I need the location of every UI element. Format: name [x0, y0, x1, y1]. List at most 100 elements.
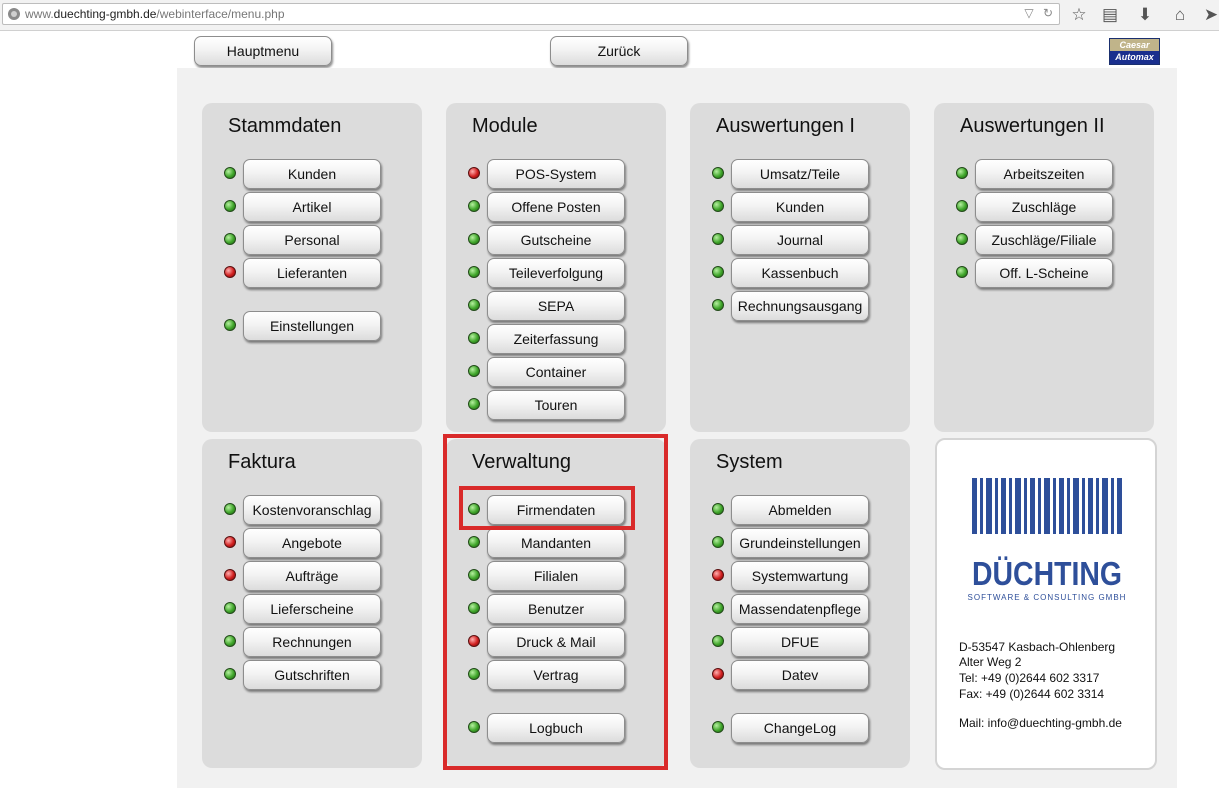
- menu-button-angebote[interactable]: Angebote: [243, 528, 381, 558]
- menu-button-changelog[interactable]: ChangeLog: [731, 713, 869, 743]
- menu-button-sepa[interactable]: SEPA: [487, 291, 625, 321]
- status-indicator-auftraege: [224, 569, 236, 581]
- status-indicator-rechnungsausgang: [712, 299, 724, 311]
- status-indicator-gutschriften: [224, 668, 236, 680]
- menu-button-offene-posten[interactable]: Offene Posten: [487, 192, 625, 222]
- status-indicator-massendatenpflege: [712, 602, 724, 614]
- menu-button-personal[interactable]: Personal: [243, 225, 381, 255]
- send-icon[interactable]: ➤: [1201, 5, 1219, 25]
- menu-button-pos-system[interactable]: POS-System: [487, 159, 625, 189]
- status-indicator-dfue: [712, 635, 724, 647]
- menu-button-off-l-scheine[interactable]: Off. L-Scheine: [975, 258, 1113, 288]
- menu-button-gutschriften[interactable]: Gutschriften: [243, 660, 381, 690]
- menu-button-artikel[interactable]: Artikel: [243, 192, 381, 222]
- download-icon[interactable]: ⬇: [1135, 5, 1155, 25]
- menu-button-zuschlaege[interactable]: Zuschläge: [975, 192, 1113, 222]
- fax-number: Fax: +49 (0)2644 602 3314: [959, 687, 1105, 701]
- menu-button-arbeitszeiten[interactable]: Arbeitszeiten: [975, 159, 1113, 189]
- menu-button-lieferscheine[interactable]: Lieferscheine: [243, 594, 381, 624]
- menu-button-gutscheine[interactable]: Gutscheine: [487, 225, 625, 255]
- url-text[interactable]: www.duechting-gmbh.de/webinterface/menu.…: [25, 7, 285, 21]
- zurueck-button[interactable]: Zurück: [550, 36, 688, 66]
- menu-button-systemwartung[interactable]: Systemwartung: [731, 561, 869, 591]
- status-indicator-rechnungen: [224, 635, 236, 647]
- highlight-firmendaten-button: [459, 486, 635, 530]
- status-indicator-personal: [224, 233, 236, 245]
- menu-button-rechnungsausgang[interactable]: Rechnungsausgang: [731, 291, 869, 321]
- menu-button-grundeinstellungen[interactable]: Grundeinstellungen: [731, 528, 869, 558]
- status-indicator-einstellungen: [224, 319, 236, 331]
- company-info-card: DÜCHTING SOFTWARE & CONSULTING GMBH D-53…: [935, 438, 1157, 770]
- status-indicator-container: [468, 365, 480, 377]
- status-indicator-teileverfolgung: [468, 266, 480, 278]
- status-indicator-zuschlaege: [956, 200, 968, 212]
- menu-button-journal[interactable]: Journal: [731, 225, 869, 255]
- panel-title: Auswertungen II: [960, 115, 1105, 137]
- status-indicator-changelog: [712, 721, 724, 733]
- status-indicator-touren: [468, 398, 480, 410]
- status-indicator-journal: [712, 233, 724, 245]
- menu-button-umsatz-teile[interactable]: Umsatz/Teile: [731, 159, 869, 189]
- menu-button-massendatenpflege[interactable]: Massendatenpflege: [731, 594, 869, 624]
- menu-button-einstellungen[interactable]: Einstellungen: [243, 311, 381, 341]
- status-indicator-zeiterfassung: [468, 332, 480, 344]
- status-indicator-kunden: [224, 167, 236, 179]
- status-indicator-offene-posten: [468, 200, 480, 212]
- address-line-2: Alter Weg 2: [959, 655, 1022, 669]
- panel-title: Faktura: [228, 451, 296, 473]
- status-indicator-sepa: [468, 299, 480, 311]
- status-indicator-abmelden: [712, 503, 724, 515]
- status-indicator-arbeitszeiten: [956, 167, 968, 179]
- status-indicator-lieferanten: [224, 266, 236, 278]
- menu-button-zuschlaege-filiale[interactable]: Zuschläge/Filiale: [975, 225, 1113, 255]
- status-indicator-angebote: [224, 536, 236, 548]
- menu-button-container[interactable]: Container: [487, 357, 625, 387]
- email-address[interactable]: Mail: info@duechting-gmbh.de: [959, 716, 1122, 730]
- status-indicator-umsatz-teile: [712, 167, 724, 179]
- status-indicator-grundeinstellungen: [712, 536, 724, 548]
- menu-button-dfue[interactable]: DFUE: [731, 627, 869, 657]
- browser-toolbar: www.duechting-gmbh.de/webinterface/menu.…: [0, 0, 1219, 31]
- reload-icon[interactable]: ↻: [1043, 6, 1053, 20]
- duechting-logo: DÜCHTING SOFTWARE & CONSULTING GMBH: [968, 478, 1127, 602]
- hauptmenu-button[interactable]: Hauptmenu: [194, 36, 332, 66]
- menu-button-kostenvoranschlag[interactable]: Kostenvoranschlag: [243, 495, 381, 525]
- status-indicator-zuschlaege-filiale: [956, 233, 968, 245]
- status-indicator-systemwartung: [712, 569, 724, 581]
- caesar-automax-logo: Caesar Automax: [1109, 38, 1160, 65]
- phone-number: Tel: +49 (0)2644 602 3317: [959, 671, 1100, 685]
- menu-button-rechnungen[interactable]: Rechnungen: [243, 627, 381, 657]
- url-tools: ▽ ↻: [1024, 6, 1053, 20]
- panel-title: Module: [472, 115, 538, 137]
- status-indicator-lieferscheine: [224, 602, 236, 614]
- bookmark-star-icon[interactable]: ☆: [1069, 5, 1089, 25]
- url-bar[interactable]: www.duechting-gmbh.de/webinterface/menu.…: [2, 3, 1060, 25]
- svg-text:SOFTWARE & CONSULTING GMBH: SOFTWARE & CONSULTING GMBH: [968, 593, 1127, 602]
- panel-title: Stammdaten: [228, 115, 342, 137]
- menu-button-auftraege[interactable]: Aufträge: [243, 561, 381, 591]
- dropdown-icon[interactable]: ▽: [1024, 6, 1033, 20]
- status-indicator-kostenvoranschlag: [224, 503, 236, 515]
- panel-title: System: [716, 451, 783, 473]
- status-indicator-gutscheine: [468, 233, 480, 245]
- menu-button-datev[interactable]: Datev: [731, 660, 869, 690]
- menu-button-kassenbuch[interactable]: Kassenbuch: [731, 258, 869, 288]
- highlight-verwaltung-panel: [443, 434, 668, 770]
- menu-button-kunden-auswertung[interactable]: Kunden: [731, 192, 869, 222]
- menu-button-touren[interactable]: Touren: [487, 390, 625, 420]
- menu-button-teileverfolgung[interactable]: Teileverfolgung: [487, 258, 625, 288]
- menu-button-zeiterfassung[interactable]: Zeiterfassung: [487, 324, 625, 354]
- panel-title: Auswertungen I: [716, 115, 855, 137]
- svg-text:DÜCHTING: DÜCHTING: [972, 555, 1122, 592]
- status-indicator-kunden-auswertung: [712, 200, 724, 212]
- menu-button-kunden[interactable]: Kunden: [243, 159, 381, 189]
- menu-button-lieferanten[interactable]: Lieferanten: [243, 258, 381, 288]
- status-indicator-off-l-scheine: [956, 266, 968, 278]
- status-indicator-artikel: [224, 200, 236, 212]
- menu-button-abmelden[interactable]: Abmelden: [731, 495, 869, 525]
- reading-list-icon[interactable]: ▤: [1100, 5, 1120, 25]
- status-indicator-kassenbuch: [712, 266, 724, 278]
- globe-icon: [8, 8, 20, 20]
- home-icon[interactable]: ⌂: [1170, 5, 1190, 25]
- status-indicator-pos-system: [468, 167, 480, 179]
